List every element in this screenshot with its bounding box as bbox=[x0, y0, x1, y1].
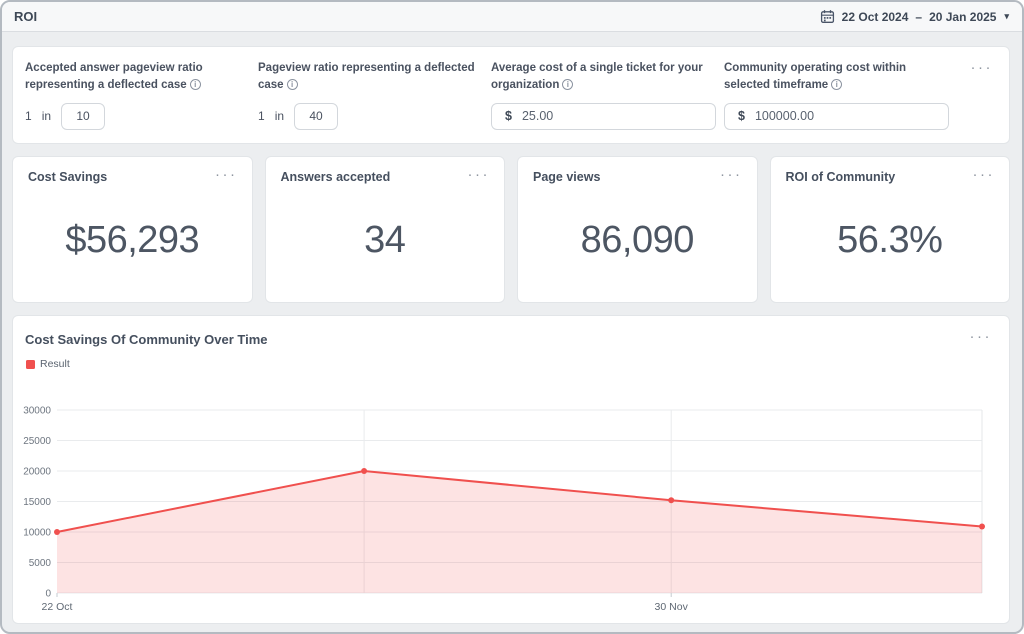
date-range-start: 22 Oct 2024 bbox=[842, 10, 909, 24]
ratio-prefix: 1 bbox=[25, 109, 32, 123]
svg-text:20000: 20000 bbox=[23, 467, 51, 478]
setting-operating-cost: Community operating cost within selected… bbox=[724, 60, 957, 130]
svg-text:5000: 5000 bbox=[29, 558, 52, 569]
more-options-icon[interactable]: ··· bbox=[468, 170, 491, 180]
chevron-down-icon: ▾ bbox=[1004, 11, 1009, 22]
svg-text:15000: 15000 bbox=[23, 497, 51, 508]
date-range-separator: – bbox=[915, 10, 922, 24]
info-icon[interactable]: i bbox=[287, 79, 298, 90]
info-icon[interactable]: i bbox=[831, 79, 842, 90]
metric-title: Cost Savings bbox=[28, 170, 107, 184]
metric-card-cost-savings: Cost Savings ··· $56,293 bbox=[12, 156, 253, 303]
metric-title: ROI of Community bbox=[786, 170, 896, 184]
setting-label: Accepted answer pageview ratio represent… bbox=[25, 62, 203, 91]
ratio-infix: in bbox=[275, 109, 284, 123]
calendar-icon bbox=[820, 9, 835, 24]
metric-card-page-views: Page views ··· 86,090 bbox=[517, 156, 758, 303]
info-icon[interactable]: i bbox=[190, 79, 201, 90]
metric-value: $56,293 bbox=[13, 219, 252, 262]
ticket-cost-inputbox[interactable]: $ bbox=[491, 103, 716, 130]
ratio-infix: in bbox=[42, 109, 51, 123]
svg-text:0: 0 bbox=[45, 589, 51, 600]
more-options-icon[interactable]: ··· bbox=[973, 170, 996, 180]
date-range-picker[interactable]: 22 Oct 2024 – 20 Jan 2025 ▾ bbox=[820, 9, 1009, 24]
more-options-icon[interactable]: ··· bbox=[215, 170, 238, 180]
svg-text:25000: 25000 bbox=[23, 436, 51, 447]
dashboard-window: ROI 22 Oct 2024 – 20 Jan 2025 ▾ bbox=[0, 0, 1024, 634]
svg-text:30000: 30000 bbox=[23, 406, 51, 417]
svg-text:22 Oct: 22 Oct bbox=[42, 601, 73, 613]
roi-settings-card: Accepted answer pageview ratio represent… bbox=[12, 46, 1010, 144]
ticket-cost-input[interactable] bbox=[522, 109, 715, 123]
setting-accepted-answer-ratio: Accepted answer pageview ratio represent… bbox=[25, 60, 258, 130]
currency-symbol: $ bbox=[738, 109, 745, 123]
metric-value: 34 bbox=[266, 219, 505, 262]
metric-value: 86,090 bbox=[518, 219, 757, 262]
operating-cost-input[interactable] bbox=[755, 109, 948, 123]
setting-ticket-cost: Average cost of a single ticket for your… bbox=[491, 60, 724, 130]
accepted-answer-ratio-input[interactable] bbox=[61, 103, 105, 130]
setting-label: Community operating cost within selected… bbox=[724, 62, 906, 91]
page-header: ROI 22 Oct 2024 – 20 Jan 2025 ▾ bbox=[2, 2, 1022, 32]
metric-card-answers-accepted: Answers accepted ··· 34 bbox=[265, 156, 506, 303]
pageview-ratio-input[interactable] bbox=[294, 103, 338, 130]
svg-text:10000: 10000 bbox=[23, 528, 51, 539]
currency-symbol: $ bbox=[505, 109, 512, 123]
more-options-icon[interactable]: ··· bbox=[971, 63, 994, 73]
cost-savings-chart-card: Cost Savings Of Community Over Time ··· … bbox=[12, 315, 1010, 624]
page-title: ROI bbox=[14, 9, 37, 24]
svg-text:30 Nov: 30 Nov bbox=[655, 601, 689, 613]
setting-pageview-ratio: Pageview ratio representing a deflected … bbox=[258, 60, 491, 130]
info-icon[interactable]: i bbox=[562, 79, 573, 90]
dashboard-content: Accepted answer pageview ratio represent… bbox=[12, 46, 1010, 624]
metrics-row: Cost Savings ··· $56,293 Answers accepte… bbox=[12, 156, 1010, 303]
setting-label: Average cost of a single ticket for your… bbox=[491, 62, 703, 91]
more-options-icon[interactable]: ··· bbox=[720, 170, 743, 180]
cost-savings-chart[interactable]: 0 5000 10000 15000 20000 25000 30000 22 Oct 30 N… bbox=[13, 316, 1009, 623]
metric-title: Page views bbox=[533, 170, 600, 184]
metric-title: Answers accepted bbox=[281, 170, 391, 184]
metric-value: 56.3% bbox=[771, 219, 1010, 262]
date-range-end: 20 Jan 2025 bbox=[929, 10, 996, 24]
ratio-prefix: 1 bbox=[258, 109, 265, 123]
operating-cost-inputbox[interactable]: $ bbox=[724, 103, 949, 130]
metric-card-roi: ROI of Community ··· 56.3% bbox=[770, 156, 1011, 303]
